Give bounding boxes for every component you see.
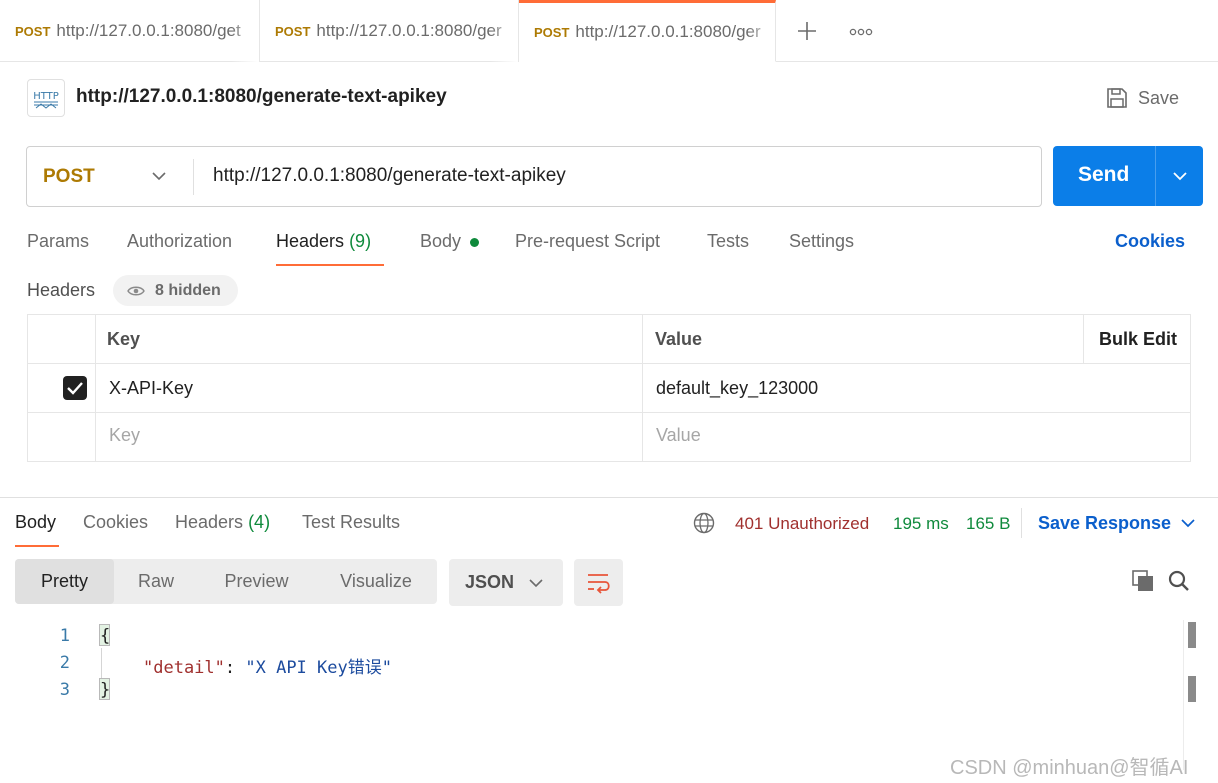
tab-params[interactable]: Params [27, 231, 89, 252]
json-key: "detail" [143, 658, 225, 678]
tab-url: http://127.0.0.1:8080/ger [575, 22, 761, 41]
tab-headers-count: (9) [349, 231, 372, 251]
tab-prerequest-script[interactable]: Pre-request Script [515, 231, 660, 252]
save-response-chevron-icon[interactable] [1181, 518, 1195, 528]
request-tab-3-active[interactable]: POST http://127.0.0.1:8080/ger [519, 0, 776, 62]
chevron-down-icon [152, 172, 166, 181]
method-select[interactable]: POST [27, 147, 193, 206]
view-mode-pretty[interactable]: Pretty [15, 559, 114, 604]
format-select[interactable]: JSON [449, 559, 563, 606]
copy-icon[interactable] [1131, 569, 1155, 593]
bulk-edit-button[interactable]: Bulk Edit [1099, 329, 1177, 350]
response-divider[interactable] [0, 497, 1218, 498]
tab-headers[interactable]: Headers (9) [276, 231, 371, 252]
save-label: Save [1138, 87, 1180, 108]
send-options-chevron-icon[interactable] [1173, 171, 1187, 181]
response-tab-test-results[interactable]: Test Results [302, 512, 400, 533]
tab-body[interactable]: Body [420, 231, 461, 252]
response-active-tab-indicator [15, 545, 59, 547]
response-status-code[interactable]: 401 Unauthorized [735, 514, 869, 534]
wrap-lines-button[interactable] [574, 559, 623, 606]
headers-section-title: Headers [27, 280, 96, 300]
tab-settings[interactable]: Settings [789, 231, 854, 252]
hidden-headers-label: 8 hidden [155, 281, 221, 299]
response-tab-headers-label: Headers [175, 512, 244, 532]
line-number: 2 [59, 653, 70, 673]
response-tab-headers-count: (4) [248, 512, 271, 532]
globe-icon[interactable] [693, 512, 715, 534]
json-close-brace: } [100, 680, 111, 700]
response-tab-headers[interactable]: Headers (4) [175, 512, 270, 533]
new-tab-plus-icon[interactable] [796, 20, 818, 42]
line-number: 3 [59, 680, 70, 700]
column-header-value: Value [655, 329, 703, 349]
new-header-value-input[interactable]: Value [656, 425, 701, 446]
json-colon: : [224, 658, 246, 678]
watermark: CSDN @minhuan@智循AI [950, 757, 1189, 779]
response-tab-body[interactable]: Body [15, 512, 56, 533]
save-response-button[interactable]: Save Response [1038, 513, 1171, 534]
tab-url: http://127.0.0.1:8080/ger [316, 21, 502, 40]
response-size[interactable]: 165 B [966, 514, 1010, 534]
tab-tests[interactable]: Tests [707, 231, 749, 252]
url-bar: POST http://127.0.0.1:8080/generate-text… [26, 146, 1042, 207]
json-line: "detail": "X API Key错误" [143, 653, 392, 678]
tab-method: POST [534, 24, 570, 40]
tab-method: POST [275, 23, 311, 39]
http-request-icon: HTTP [27, 79, 65, 117]
response-time[interactable]: 195 ms [893, 514, 949, 534]
chevron-down-icon [529, 579, 543, 588]
url-input[interactable]: http://127.0.0.1:8080/generate-text-apik… [213, 165, 566, 187]
line-number: 1 [59, 626, 70, 646]
send-button[interactable]: Send [1053, 146, 1203, 206]
tab-body-label: Body [420, 231, 462, 251]
new-header-key-input[interactable]: Key [109, 425, 140, 446]
header-value-cell[interactable]: default_key_123000 [656, 378, 818, 399]
response-scrollbar[interactable] [1183, 620, 1197, 770]
json-value: "X API Key错误" [245, 658, 392, 678]
view-mode-preview[interactable]: Preview [198, 559, 315, 604]
view-mode-visualize[interactable]: Visualize [315, 559, 437, 604]
active-tab-indicator [276, 264, 384, 266]
method-label: POST [43, 166, 95, 187]
tab-headers-label: Headers [276, 231, 345, 251]
request-title: http://127.0.0.1:8080/generate-text-apik… [76, 86, 447, 107]
save-disk-icon [1107, 88, 1127, 108]
body-indicator-dot [470, 238, 479, 247]
hidden-headers-toggle[interactable]: 8 hidden [113, 275, 238, 306]
tab-method: POST [15, 23, 51, 39]
header-key-cell[interactable]: X-API-Key [109, 378, 193, 399]
view-mode-raw[interactable]: Raw [114, 559, 198, 604]
request-tab-1[interactable]: POST http://127.0.0.1:8080/get [0, 0, 260, 62]
tab-url: http://127.0.0.1:8080/get [56, 21, 241, 40]
response-tab-cookies[interactable]: Cookies [83, 512, 148, 533]
request-tab-2[interactable]: POST http://127.0.0.1:8080/ger [260, 0, 519, 62]
tab-strip: POST http://127.0.0.1:8080/get POST http… [0, 0, 1218, 62]
eye-icon [127, 286, 145, 295]
view-mode-selector: Pretty Raw Preview Visualize [15, 559, 437, 604]
headers-table: Key Value Bulk Edit X-API-Key default_ke… [27, 314, 1191, 462]
search-icon[interactable] [1167, 569, 1191, 593]
more-options-icon[interactable] [849, 25, 873, 37]
svg-text:HTTP: HTTP [33, 91, 59, 102]
send-label: Send [1078, 163, 1130, 186]
tab-authorization[interactable]: Authorization [127, 231, 232, 252]
json-open-brace: { [100, 626, 111, 646]
wrap-lines-icon [588, 574, 610, 594]
checkmark-icon [67, 382, 83, 395]
cookies-link[interactable]: Cookies [1115, 231, 1185, 252]
format-label: JSON [465, 572, 515, 592]
column-header-key: Key [107, 329, 141, 349]
save-button[interactable]: Save [1105, 86, 1179, 110]
header-enabled-checkbox[interactable] [63, 376, 87, 400]
